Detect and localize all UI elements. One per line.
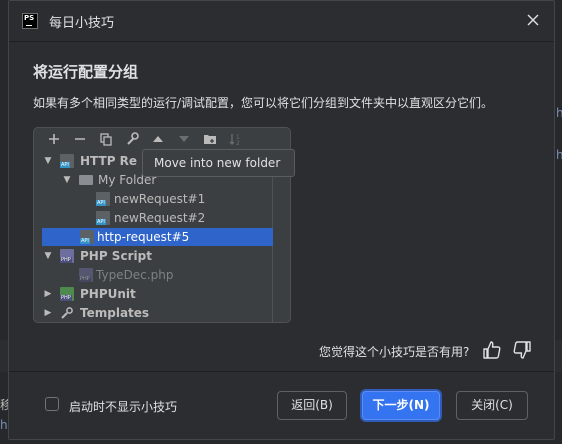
preview-toolbar: 12 [34, 128, 290, 150]
feedback-question: 您觉得这个小技巧是否有用? [319, 345, 470, 359]
background-text: h [0, 418, 8, 432]
close-button[interactable]: 关闭(C) [456, 391, 528, 420]
move-into-folder-tooltip: Move into new folder [142, 149, 295, 177]
dont-show-on-startup-label[interactable]: 启动时不显示小技巧 [69, 398, 177, 415]
php-icon [60, 249, 74, 263]
svg-text:2: 2 [236, 140, 240, 147]
thumbs-down-icon[interactable] [511, 339, 533, 361]
tree-row-label: PHP Script [80, 249, 152, 263]
api-icon [96, 211, 110, 225]
back-button[interactable]: 返回(B) [277, 391, 347, 420]
close-icon[interactable] [522, 9, 544, 31]
phpstorm-app-icon: PS [22, 13, 38, 29]
tree-row-label: http-request#5 [97, 230, 190, 244]
tree-row-new-request-2: newRequest#2 [34, 209, 290, 227]
next-button[interactable]: 下一步(N) [362, 391, 440, 420]
tree-row-label: PHPUnit [80, 287, 136, 301]
expand-arrow-icon: ▼ [44, 251, 52, 261]
tree-row-label: TypeDec.php [96, 268, 174, 282]
sort-icon: 12 [228, 131, 244, 147]
expand-arrow-icon: ▼ [44, 156, 52, 166]
tip-description: 如果有多个相同类型的运行/调试配置，您可以将它们分组到文件夹中以直观区分它们。 [33, 96, 494, 110]
folder-icon [79, 175, 93, 185]
collapse-arrow-icon: ▶ [44, 289, 52, 299]
phpunit-icon [60, 287, 74, 301]
footer-divider [9, 371, 554, 372]
tree-row-templates: ▶ Templates [34, 304, 290, 322]
tree-row-new-request-1: newRequest#1 [34, 190, 290, 208]
tree-row-typedec: TypeDec.php [34, 266, 290, 284]
copy-icon [98, 131, 114, 147]
expand-arrow-icon: ▼ [63, 175, 71, 185]
dialog-titlebar: PS 每日小技巧 [9, 1, 554, 42]
collapse-arrow-icon: ▶ [44, 308, 52, 318]
tree-row-phpunit: ▶ PHPUnit [34, 285, 290, 303]
api-icon [96, 192, 110, 206]
tree-row-label: newRequest#1 [114, 192, 206, 206]
tree-row-http-request-5: http-request#5 [42, 228, 273, 246]
dont-show-on-startup-checkbox[interactable] [45, 397, 59, 411]
wrench-icon [124, 131, 140, 147]
move-down-icon [176, 131, 192, 147]
php-icon [79, 268, 93, 282]
api-icon [60, 154, 74, 168]
background-text: h [556, 106, 562, 120]
tip-of-the-day-dialog: PS 每日小技巧 将运行配置分组 如果有多个相同类型的运行/调试配置，您可以将它… [8, 0, 555, 440]
tree-row-label: HTTP Re [80, 154, 138, 168]
thumbs-up-icon[interactable] [481, 339, 503, 361]
background-text: h [556, 148, 562, 162]
add-icon [46, 131, 62, 147]
api-icon [80, 230, 94, 244]
remove-icon [72, 131, 88, 147]
new-folder-icon [202, 131, 218, 147]
tip-heading: 将运行配置分组 [33, 63, 139, 81]
wrench-icon [60, 306, 74, 320]
tree-row-php-script: ▼ PHP Script [34, 247, 290, 265]
move-up-icon [150, 131, 166, 147]
tree-row-label: newRequest#2 [114, 211, 206, 225]
tree-row-label: Templates [80, 306, 150, 320]
dialog-title: 每日小技巧 [49, 16, 115, 31]
